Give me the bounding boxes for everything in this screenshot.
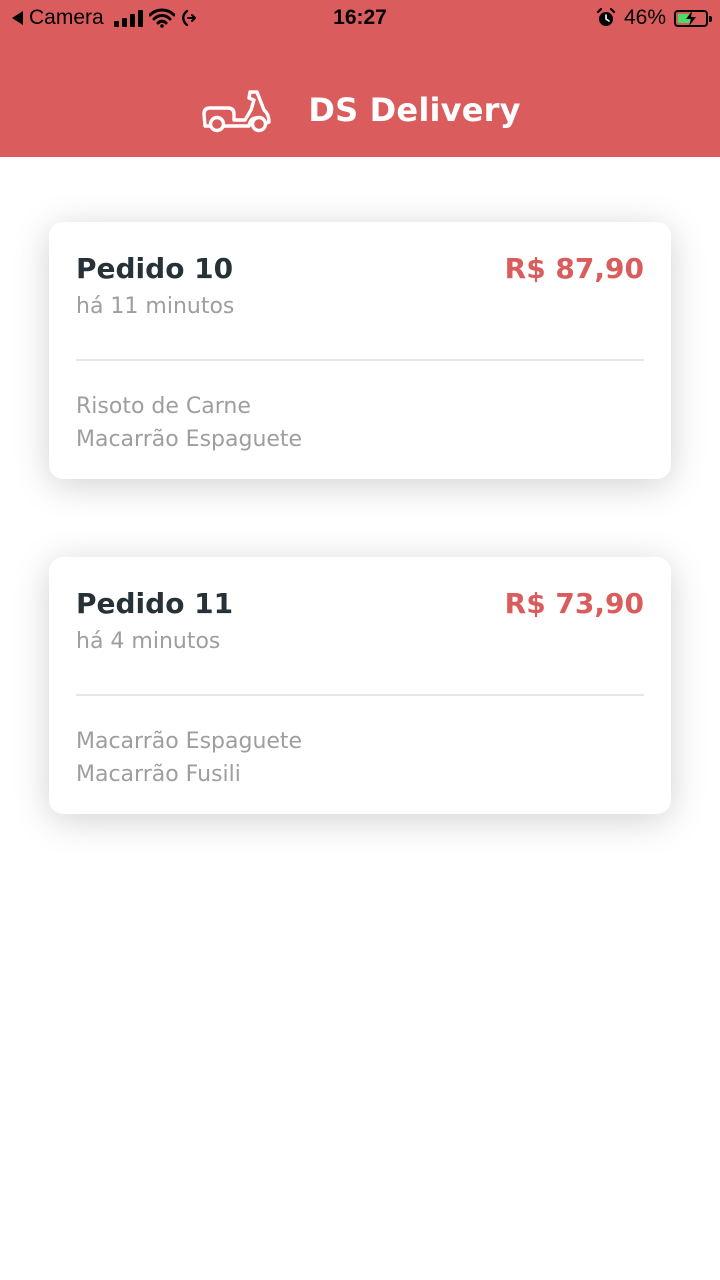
- product-item: Macarrão Espaguete: [76, 729, 303, 754]
- header-title-row: DS Delivery: [0, 84, 720, 136]
- alarm-icon: [596, 8, 616, 26]
- order-time: há 4 minutos: [76, 629, 221, 654]
- divider: [76, 359, 644, 361]
- battery-charging-icon: [674, 9, 712, 27]
- order-time: há 11 minutos: [76, 294, 235, 319]
- status-bar: Camera 16:27 46%: [0, 0, 720, 36]
- order-card[interactable]: Pedido 10 R$ 87,90 há 11 minutos Risoto …: [49, 222, 671, 479]
- orders-list: Pedido 10 R$ 87,90 há 11 minutos Risoto …: [49, 222, 671, 892]
- order-name: Pedido 11: [76, 587, 234, 620]
- app-title: DS Delivery: [308, 91, 521, 129]
- app-header: Camera 16:27 46% DS Delivery: [0, 0, 720, 157]
- battery-percent: 46%: [623, 6, 666, 29]
- status-right: 46%: [596, 6, 712, 30]
- order-card[interactable]: Pedido 11 R$ 73,90 há 4 minutos Macarrão…: [49, 557, 671, 814]
- delivery-scooter-icon: [202, 90, 272, 133]
- order-name: Pedido 10: [76, 252, 234, 285]
- product-list: Macarrão Espaguete Macarrão Fusili: [76, 725, 302, 791]
- product-item: Macarrão Fusili: [76, 762, 241, 787]
- product-item: Risoto de Carne: [76, 394, 251, 419]
- product-list: Risoto de Carne Macarrão Espaguete: [76, 390, 302, 456]
- order-price: R$ 87,90: [504, 252, 644, 285]
- product-item: Macarrão Espaguete: [76, 427, 303, 452]
- divider: [76, 694, 644, 696]
- order-price: R$ 73,90: [504, 587, 644, 620]
- app-screen: Camera 16:27 46% DS Delivery Pedido 10 R…: [0, 0, 720, 1280]
